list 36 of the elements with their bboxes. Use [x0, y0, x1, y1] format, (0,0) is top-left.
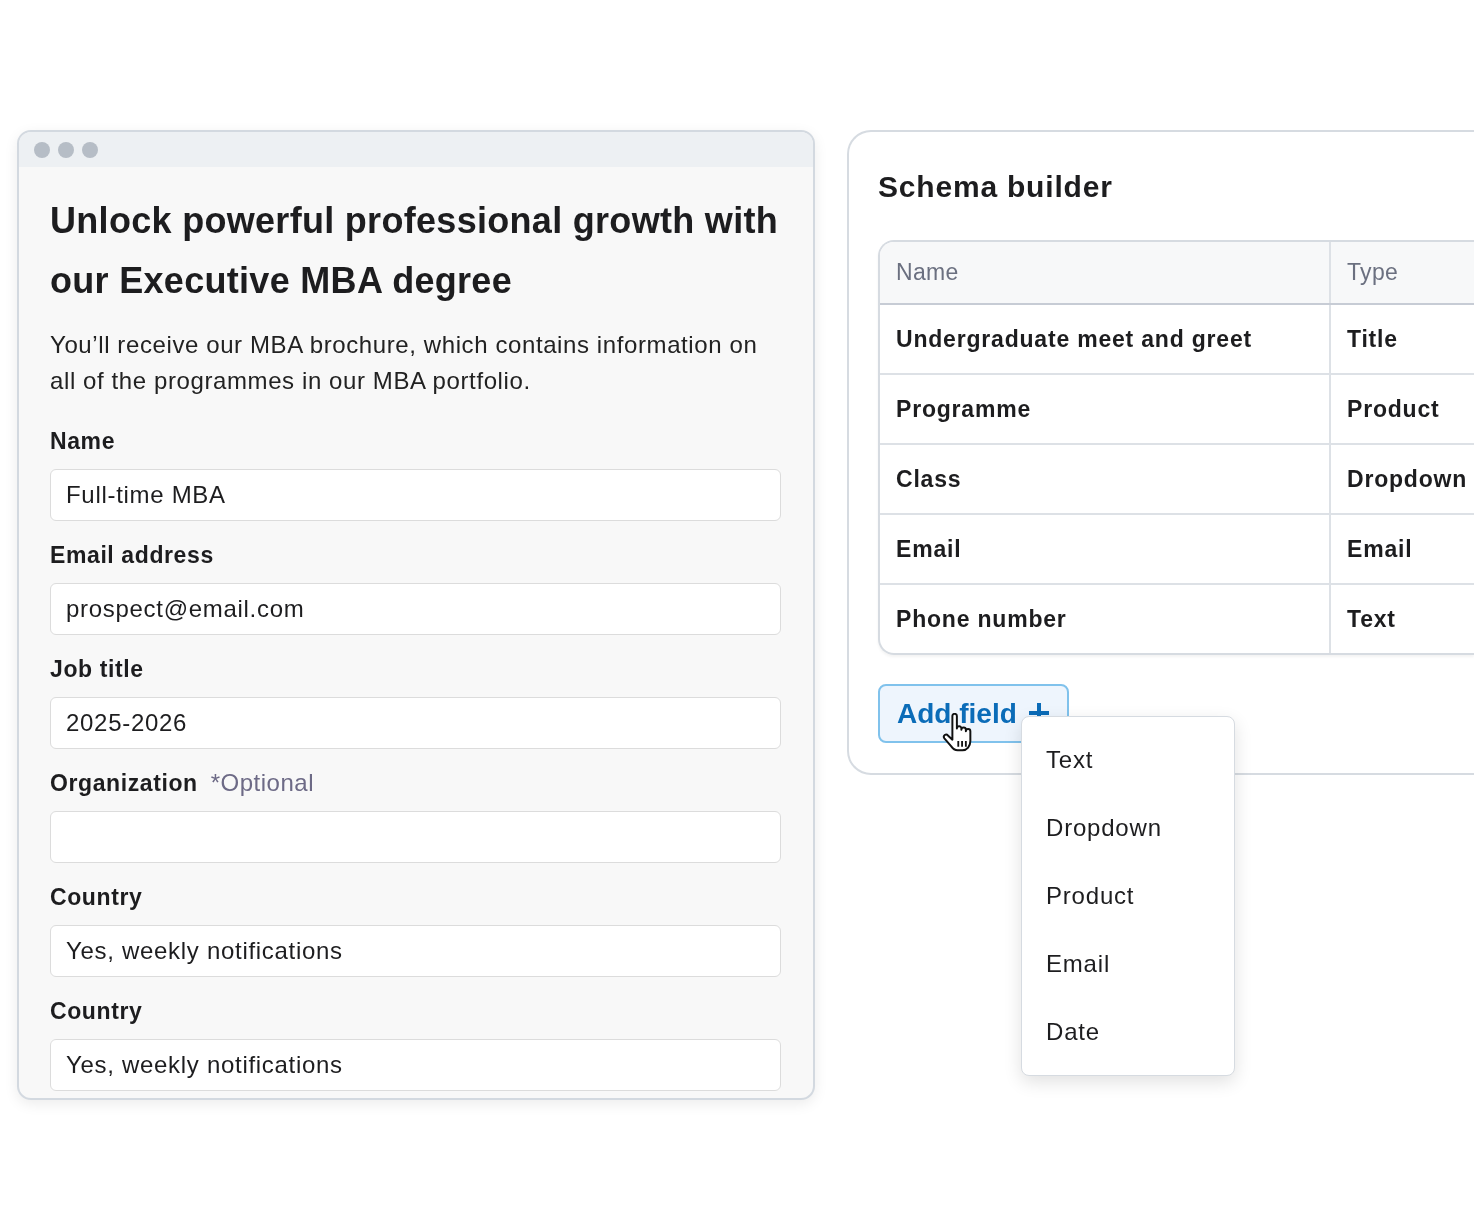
optional-hint: *Optional [210, 769, 314, 797]
intro-text: You’ll receive our MBA brochure, which contains information on all of the programmes in our MBA portfolio. [50, 330, 759, 396]
text-field[interactable]: 2025-2026 [50, 697, 781, 749]
table-cell-text: Title [1346, 324, 1399, 354]
menu-item[interactable]: Date [1022, 998, 1234, 1066]
table-cell-text: Text [1346, 604, 1397, 634]
window-dot-icon [34, 141, 50, 158]
column-header: Type [1346, 258, 1400, 288]
text-field[interactable]: Yes, weekly notifications [50, 1039, 781, 1091]
field-label: Country [50, 883, 143, 911]
card-title: Schema builder [878, 169, 1114, 205]
menu-item[interactable]: Product [1022, 862, 1234, 930]
menu-item[interactable]: Dropdown [1022, 794, 1234, 862]
text-field[interactable] [50, 811, 781, 863]
field-label: Organization [50, 769, 198, 797]
form-heading: Unlock powerful professional growth with our Executive MBA degree [50, 199, 780, 303]
text-field[interactable]: Full-time MBA [50, 469, 781, 521]
table-cell: Phone number [880, 585, 1331, 653]
window-dot-icon [82, 141, 98, 158]
table-cell: Programme [880, 375, 1331, 443]
table-cell-text: Email [1346, 534, 1414, 564]
window-dot-icon [58, 141, 74, 158]
field-label: Country [50, 997, 143, 1025]
table-cell-text: Dropdown [1346, 464, 1469, 494]
table-cell: Class [880, 445, 1331, 513]
field-label: Job title [50, 655, 144, 683]
field-label: Email address [50, 541, 214, 569]
menu-item[interactable]: Email [1022, 930, 1234, 998]
table-cell: Undergraduate meet and greet [880, 305, 1331, 373]
text-field[interactable]: prospect@email.com [50, 583, 781, 635]
column-header: Name [880, 242, 1331, 303]
table-cell-text: Product [1346, 394, 1441, 424]
table-cell: Email [880, 515, 1331, 583]
plus-icon [1028, 703, 1049, 717]
text-field[interactable]: Yes, weekly notifications [50, 925, 781, 977]
field-label: Name [50, 427, 116, 455]
